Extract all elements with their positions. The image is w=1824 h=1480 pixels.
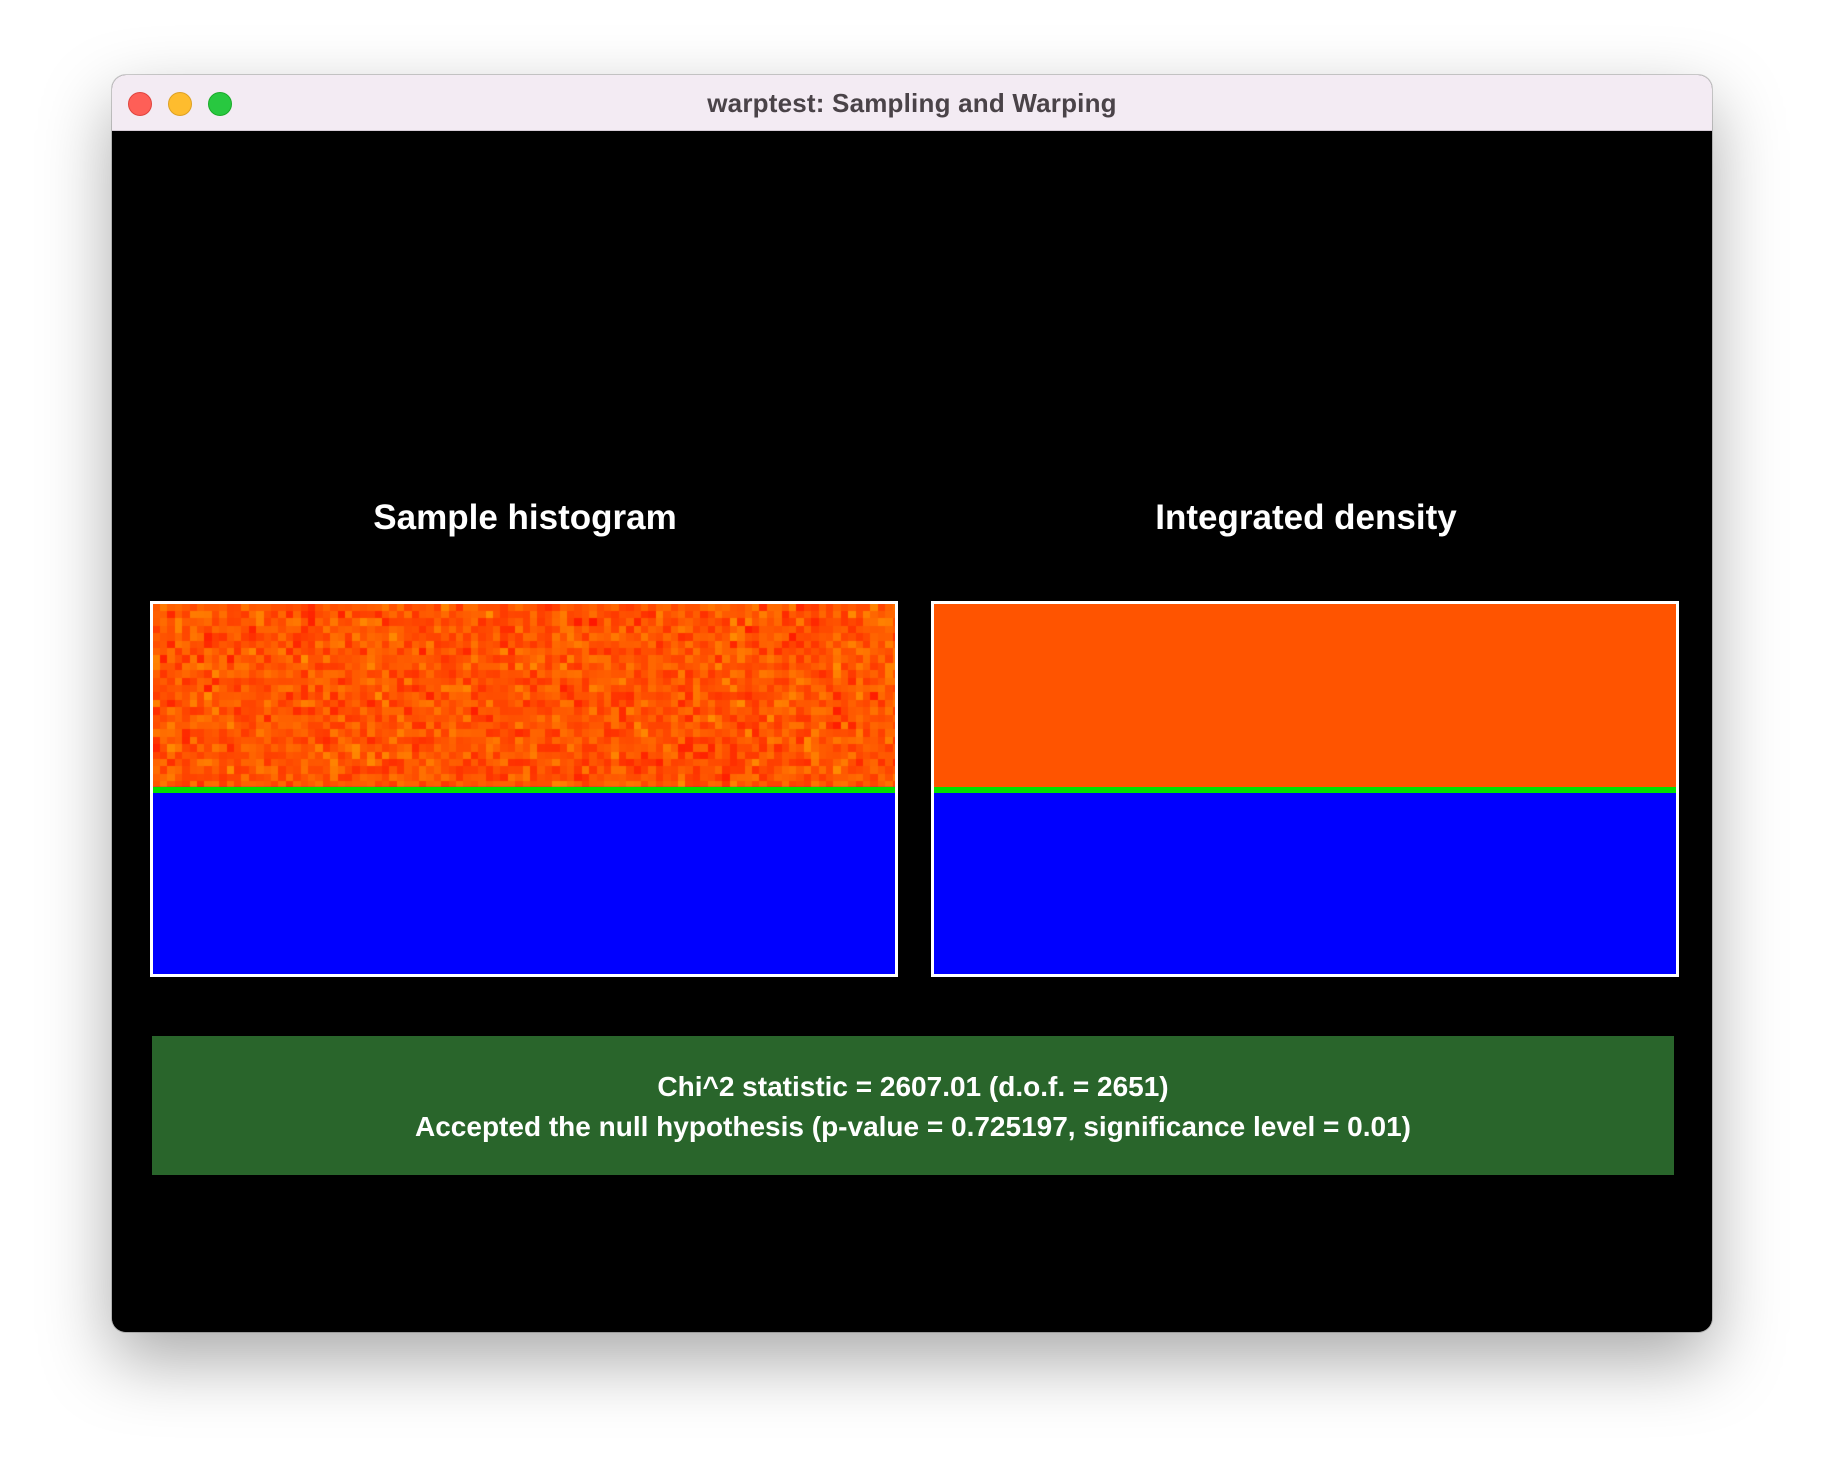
title-bar[interactable]: warptest: Sampling and Warping [112, 75, 1712, 131]
hypothesis-result-text: Accepted the null hypothesis (p-value = … [415, 1111, 1411, 1142]
histogram-title: Sample histogram [373, 498, 677, 537]
histogram-boundary-line [153, 787, 895, 793]
chi-square-statistic-text: Chi^2 statistic = 2607.01 (d.o.f. = 2651… [657, 1071, 1169, 1102]
app-window: warptest: Sampling and Warping Sample hi… [112, 75, 1712, 1332]
density-title: Integrated density [1155, 498, 1457, 537]
integrated-density-image [934, 604, 1676, 787]
integrated-density-panel [931, 601, 1679, 977]
chi-square-result-box: Chi^2 statistic = 2607.01 (d.o.f. = 2651… [152, 1036, 1674, 1175]
main-canvas: Sample histogram Integrated density Chi^… [112, 131, 1712, 1332]
window-title: warptest: Sampling and Warping [707, 88, 1117, 118]
sample-histogram-panel [150, 601, 898, 977]
density-boundary-line [934, 787, 1676, 793]
